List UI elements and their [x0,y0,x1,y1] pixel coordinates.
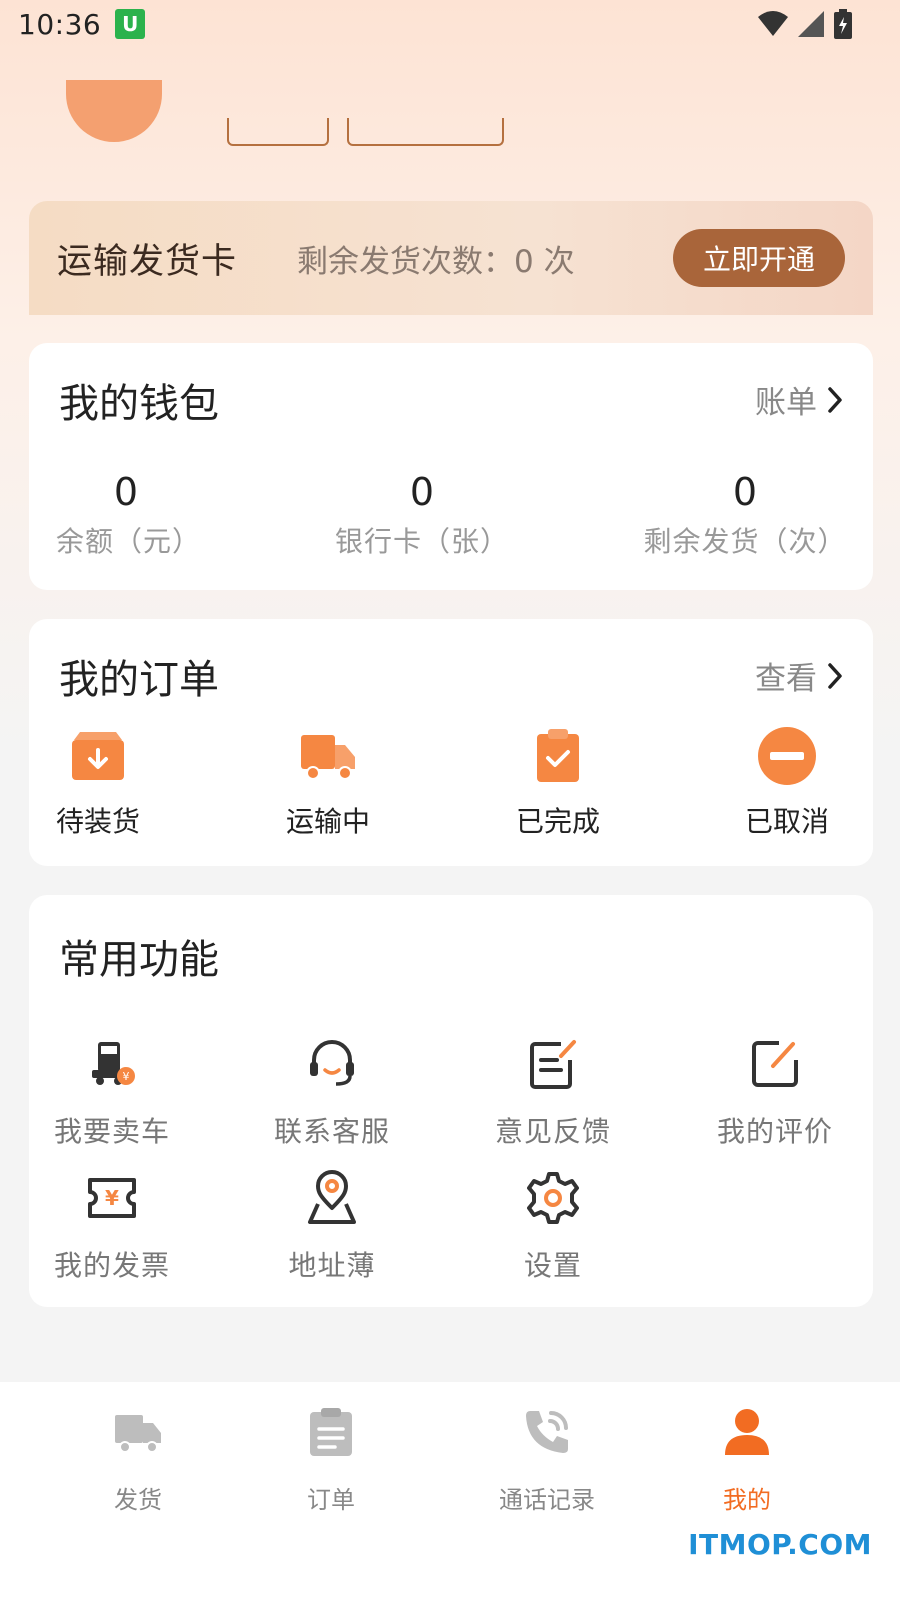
bank-card-value: 0 [409,470,435,514]
svg-text:¥: ¥ [105,1186,119,1210]
my-review-item[interactable]: 我的评价 [675,1036,875,1150]
remaining-shipments: 剩余发货次数：0 次 [297,236,575,281]
order-cancelled[interactable]: 已取消 [717,726,857,840]
invoice-icon: ¥ [88,1178,136,1218]
address-book-label: 地址薄 [288,1249,376,1282]
feedback-icon [530,1040,576,1089]
status-time: 10:36 [18,7,102,41]
truck-icon [301,735,355,780]
order-pending-loading[interactable]: 待装货 [28,726,168,840]
bank-card-stat[interactable]: 0 银行卡（张） [322,470,522,560]
battery-icon [834,9,852,39]
balance-stat[interactable]: 0 余额（元） [56,470,202,560]
remaining-shipments-label: 剩余发货次数： [297,243,515,280]
tab-orders-label: 订单 [307,1486,355,1514]
my-review-label: 我的评价 [716,1115,833,1148]
tab-shipping[interactable]: 发货 [58,1404,218,1515]
feedback-label: 意见反馈 [494,1115,611,1148]
sell-truck-label: 我要卖车 [53,1115,170,1148]
customer-service-item[interactable]: 联系客服 [232,1036,432,1150]
view-orders-label: 查看 [755,661,817,697]
svg-text:¥: ¥ [123,1070,130,1083]
tab-call-records[interactable]: 通话记录 [467,1404,627,1515]
tab-orders[interactable]: 订单 [251,1404,411,1515]
user-tag [347,118,504,146]
bank-card-label: 银行卡（张） [334,525,509,558]
status-bar: 10:36 U [0,0,900,48]
edit-icon [752,1041,798,1087]
settings-label: 设置 [523,1249,582,1282]
wifi-icon [758,11,788,36]
balance-value: 0 [113,470,139,514]
bill-link[interactable]: 账单 [755,377,843,422]
invoice-item[interactable]: ¥ 我的发票 [12,1170,212,1284]
shipping-card-banner: 运输发货卡 剩余发货次数：0 次 立即开通 [29,201,873,315]
order-pending-label: 待装货 [55,805,140,838]
feedback-item[interactable]: 意见反馈 [453,1036,653,1150]
remaining-shipments-value: 0 次 [514,243,575,280]
status-icons [758,9,882,39]
order-in-transit-label: 运输中 [285,805,370,838]
wallet-title: 我的钱包 [59,381,219,427]
location-icon [308,1170,356,1224]
balance-label: 余额（元） [56,525,202,558]
headset-icon [310,1040,354,1086]
order-in-transit[interactable]: 运输中 [258,726,398,840]
common-functions-title: 常用功能 [59,937,219,983]
remaining-shipment-label: 剩余发货（次） [643,525,847,558]
tab-call-records-label: 通话记录 [499,1486,595,1514]
user-tag [227,118,329,146]
tab-mine-label: 我的 [723,1486,771,1514]
activate-button[interactable]: 立即开通 [673,229,845,287]
remaining-shipment-value: 0 [732,470,758,514]
tab-mine[interactable]: 我的 [667,1404,827,1515]
chevron-right-icon [828,662,842,689]
customer-service-label: 联系客服 [273,1115,390,1148]
bill-link-label: 账单 [755,385,817,421]
signal-icon [798,11,824,37]
phone-icon [526,1411,568,1453]
address-book-item[interactable]: 地址薄 [232,1170,432,1284]
box-download-icon [72,732,124,780]
orders-title: 我的订单 [59,657,219,703]
watermark: ITMOP.COM [688,1528,872,1561]
tab-shipping-label: 发货 [114,1486,162,1514]
user-icon [725,1409,769,1455]
invoice-label: 我的发票 [53,1249,170,1282]
view-orders-link[interactable]: 查看 [755,653,843,698]
clipboard-check-icon [537,729,579,782]
order-completed[interactable]: 已完成 [488,726,628,840]
truck-icon [115,1415,161,1453]
app-notification-icon: U [115,9,146,39]
gear-icon [527,1172,579,1224]
chevron-right-icon [828,386,842,413]
sell-truck-item[interactable]: ¥ 我要卖车 [12,1036,212,1150]
order-completed-label: 已完成 [515,805,600,838]
shipping-card-title: 运输发货卡 [57,241,238,282]
minus-circle-icon [758,727,816,785]
remaining-shipment-stat[interactable]: 0 剩余发货（次） [632,470,858,560]
sell-truck-icon: ¥ [92,1042,135,1085]
order-cancelled-label: 已取消 [744,805,829,838]
settings-item[interactable]: 设置 [453,1170,653,1284]
clipboard-icon [310,1408,352,1456]
